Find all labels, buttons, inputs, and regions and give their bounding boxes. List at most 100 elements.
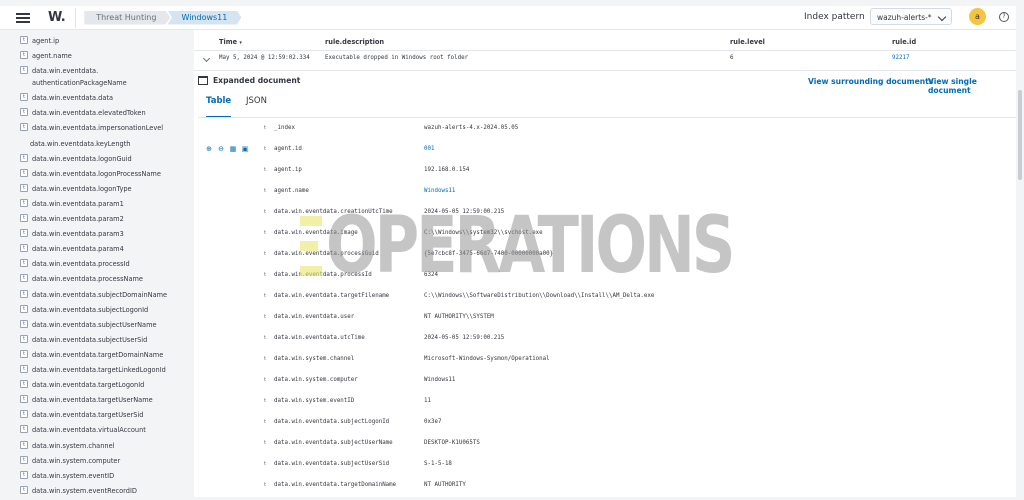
scrollbar[interactable] — [1016, 30, 1024, 497]
column-rule-level[interactable]: rule.level — [730, 38, 765, 46]
sidebar-field-label: data.win.eventdata.keyLength — [30, 139, 131, 148]
sidebar-field-item[interactable]: t data.win.eventdata.targetUserSid — [0, 409, 143, 421]
string-type-icon: t — [20, 349, 28, 358]
sidebar-field-item[interactable]: t data.win.system.computer — [0, 455, 120, 467]
sidebar-field-item[interactable]: t data.win.eventdata.param4 — [0, 243, 124, 255]
sidebar-field-item[interactable]: t data.win.eventdata.processName — [0, 273, 143, 285]
column-rule-description[interactable]: rule.description — [325, 38, 384, 46]
doc-field-key: data.win.system.channel — [274, 356, 355, 362]
sidebar-field-label: agent.name — [32, 52, 72, 61]
sidebar-field-item[interactable]: t data.win.eventdata.param1 — [0, 198, 124, 210]
sidebar-field-item[interactable]: t data.win.eventdata.logonType — [0, 183, 132, 195]
sidebar-field-item[interactable]: t data.win.eventdata.data — [0, 92, 113, 104]
sidebar-field-item[interactable]: t data.win.eventdata.subjectUserName — [0, 319, 157, 331]
sidebar-field-label: data.win.eventdata.subjectUserName — [32, 320, 157, 329]
sort-desc-icon[interactable]: ▾ — [239, 40, 242, 46]
string-type-icon: t — [264, 188, 267, 194]
index-pattern-select[interactable]: wazuh-alerts-* — [870, 8, 952, 25]
doc-field-row: t data.win.eventdata.targetFilename C:\\Wi… — [194, 290, 1016, 311]
sidebar-field-item[interactable]: t data.win.eventdata.param2 — [0, 213, 124, 225]
sidebar-field-item[interactable]: t data.win.eventdata.param3 — [0, 228, 124, 240]
breadcrumb-threat-hunting[interactable]: Threat Hunting — [84, 10, 171, 25]
scrollbar-thumb[interactable] — [1018, 90, 1022, 180]
column-time[interactable]: Time ▾ — [219, 38, 242, 46]
tab-table[interactable]: Table — [206, 96, 232, 118]
hamburger-menu-icon[interactable] — [16, 12, 30, 23]
sidebar-field-item[interactable]: t data.win.eventdata.targetLogonId — [0, 379, 144, 391]
divider — [75, 7, 77, 28]
tab-json[interactable]: JSON — [246, 96, 267, 116]
doc-field-row: t data.win.eventdata.subjectUserName DESKT… — [194, 437, 1016, 458]
chevron-down-icon[interactable] — [202, 54, 211, 63]
sidebar-field-item[interactable]: t data.win.eventdata.impersonationLevel — [0, 122, 163, 134]
help-icon[interactable]: ? — [999, 12, 1009, 22]
column-rule-id[interactable]: rule.id — [892, 38, 916, 46]
sidebar-field-label: data.win.eventdata.logonGuid — [32, 154, 132, 163]
doc-field-value-link[interactable]: Windows11 — [424, 188, 455, 194]
breadcrumb: Threat Hunting Windows11 — [84, 10, 242, 25]
sidebar-field-item[interactable]: t data.win.system.eventRecordID — [0, 485, 137, 497]
sidebar-field-item[interactable]: t data.win.eventdata.elevatedToken — [0, 107, 146, 119]
avatar[interactable]: a — [969, 8, 986, 25]
breadcrumb-windows11[interactable]: Windows11 — [167, 10, 242, 25]
sidebar-field-item[interactable]: t data.win.system.channel — [0, 440, 114, 452]
sidebar-field-item[interactable]: t data.win.eventdata.subjectLogonId — [0, 304, 148, 316]
sidebar-field-item[interactable]: t data.win.eventdata.targetUserName — [0, 394, 153, 406]
sidebar-field-item[interactable]: t data.win.eventdata.subjectUserSid — [0, 334, 147, 346]
doc-field-value: 2024-05-05 12:59:00.215 — [424, 209, 505, 215]
string-type-icon: t — [264, 293, 267, 299]
doc-field-row: t agent.ip 192.168.0.154 — [194, 164, 1016, 185]
doc-field-value: Windows11 — [424, 377, 456, 383]
sidebar-field-item[interactable]: t data.win.eventdata.targetDomainName — [0, 349, 163, 361]
string-type-icon: t — [20, 108, 28, 117]
row-rule-id-link[interactable]: 92217 — [892, 55, 909, 61]
doc-field-row: t data.win.eventdata.subjectLogonId 0x3e7 — [194, 416, 1016, 437]
sidebar-field-item[interactable]: t data.win.eventdata.subjectDomainName — [0, 289, 167, 301]
doc-field-key: agent.id — [274, 146, 302, 152]
sidebar-field-label: data.win.eventdata.logonType — [32, 184, 132, 193]
sidebar-field-label: data.win.eventdata. authenticationPackag… — [32, 67, 127, 88]
string-type-icon: t — [20, 153, 28, 162]
view-single-document-link[interactable]: View single document — [928, 77, 1016, 95]
doc-field-value: S-1-5-18 — [424, 461, 452, 467]
string-type-icon: t — [264, 398, 267, 404]
doc-field-row: t agent.name Windows11 — [194, 185, 1016, 206]
sidebar-field-item[interactable]: t data.win.eventdata. authenticationPacka… — [0, 65, 127, 89]
doc-field-row: t data.win.eventdata.image C:\\Windows\\sy… — [194, 227, 1016, 248]
string-type-icon: t — [264, 419, 267, 425]
string-type-icon: t — [264, 251, 267, 257]
sidebar-field-item[interactable]: t data.win.eventdata.targetLinkedLogonId — [0, 364, 166, 376]
chevron-down-icon — [937, 12, 947, 22]
app-logo[interactable]: W. — [48, 10, 66, 25]
string-type-icon: t — [264, 356, 267, 362]
string-type-icon: t — [20, 244, 28, 253]
string-type-icon: t — [20, 395, 28, 404]
doc-field-value-link[interactable]: 001 — [424, 146, 434, 152]
doc-field-value: {5e7cbc8f-3475-66d7-7400-00000000a00} — [424, 251, 554, 257]
sidebar-field-label: data.win.system.channel — [32, 441, 115, 450]
sidebar-field-label: data.win.eventdata.targetLogonId — [32, 381, 145, 390]
doc-field-value: 6324 — [424, 272, 438, 278]
sidebar-field-item[interactable]: t data.win.eventdata.logonProcessName — [0, 168, 161, 180]
expanded-document-label: Expanded document — [213, 76, 301, 85]
sidebar-field-label: data.win.system.eventRecordID — [32, 486, 137, 495]
sidebar-field-label: data.win.eventdata.targetLinkedLogonId — [32, 366, 166, 374]
sidebar-field-item[interactable]: t data.win.eventdata.virtualAccount — [0, 424, 146, 436]
string-type-icon: t — [264, 377, 267, 383]
string-type-icon: t — [20, 93, 28, 102]
string-type-icon: t — [20, 334, 28, 343]
sidebar-field-label: data.win.eventdata.param3 — [32, 230, 124, 239]
sidebar-field-item[interactable]: data.win.eventdata.keyLength — [0, 138, 130, 150]
sidebar-field-item[interactable]: t agent.ip — [0, 35, 59, 47]
view-surrounding-documents-link[interactable]: View surrounding documents — [808, 77, 933, 86]
sidebar-field-item[interactable]: t data.win.eventdata.processId — [0, 258, 130, 270]
sidebar-field-label: data.win.eventdata.targetDomainName — [32, 350, 164, 359]
doc-field-row: t _index wazuh-alerts-4.x-2024.05.05 — [194, 122, 1016, 143]
sidebar-field-item[interactable]: t data.win.eventdata.logonGuid — [0, 153, 132, 165]
sidebar-field-item[interactable]: t data.win.system.eventID — [0, 470, 114, 482]
doc-field-key: data.win.eventdata.targetFilename — [274, 293, 390, 299]
string-type-icon: t — [20, 455, 28, 464]
table-row[interactable]: May 5, 2024 @ 12:59:02.334 Executable dr… — [194, 50, 1016, 71]
sidebar-field-item[interactable]: t agent.name — [0, 50, 72, 62]
sidebar-field-label: data.win.system.computer — [32, 456, 121, 465]
